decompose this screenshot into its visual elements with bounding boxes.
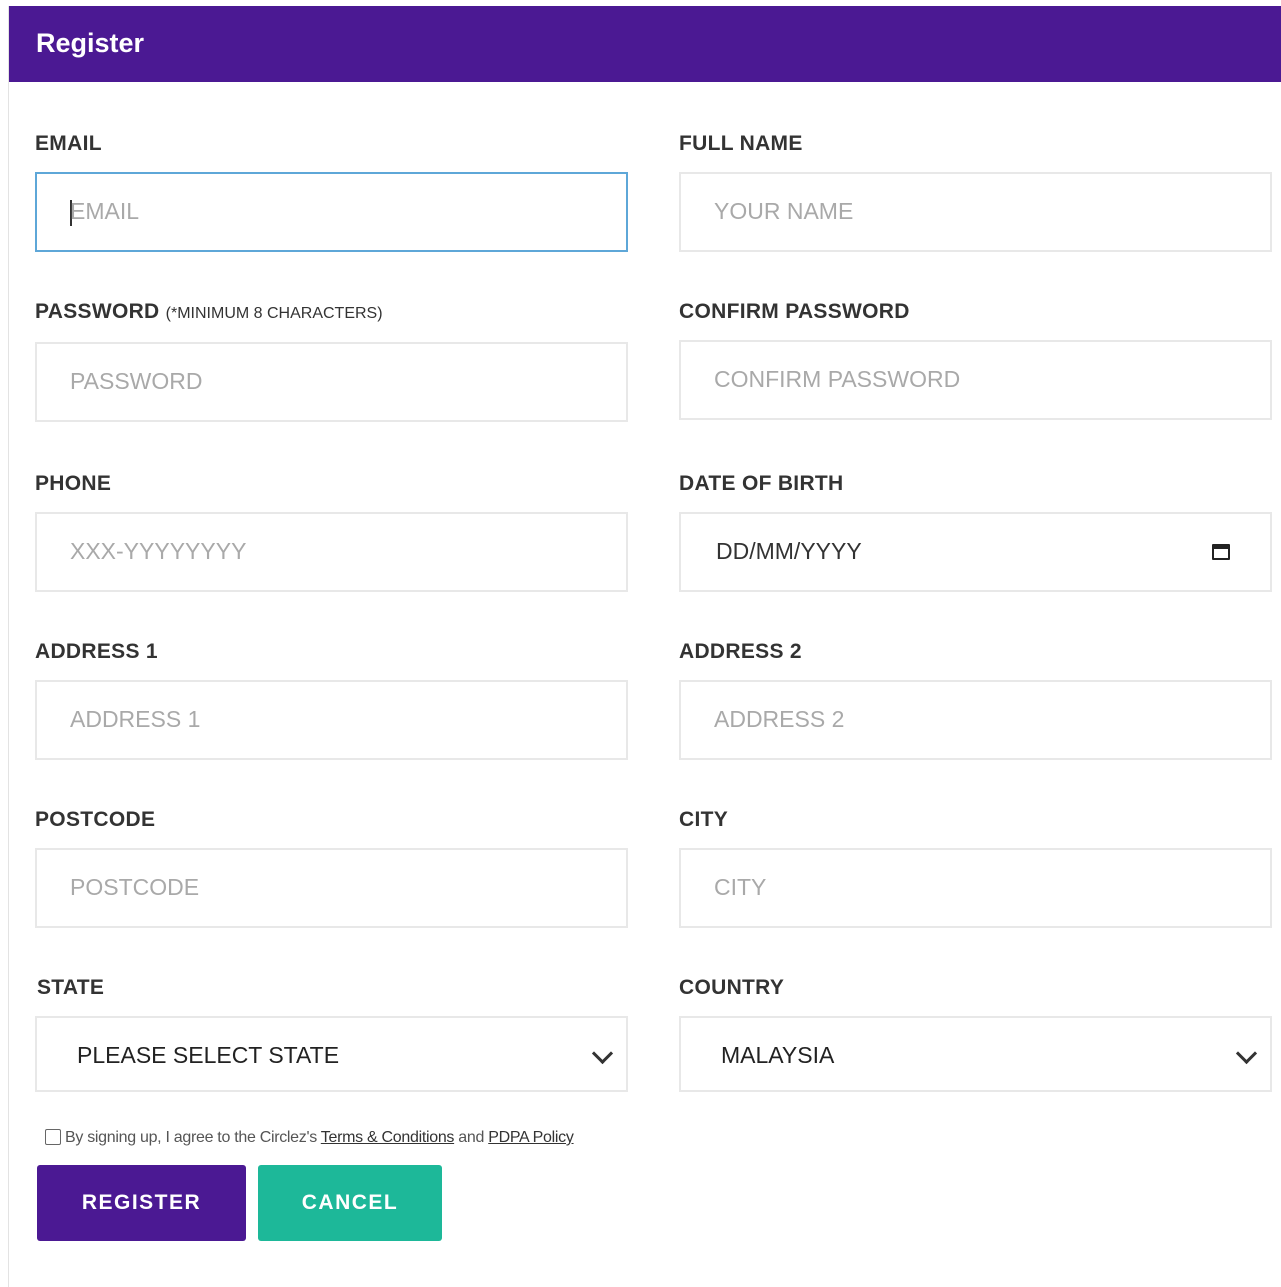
email-placeholder: EMAIL <box>70 198 140 224</box>
country-value: MALAYSIA <box>721 1042 835 1068</box>
full-name-field[interactable]: YOUR NAME <box>679 172 1272 252</box>
cancel-button[interactable]: CANCEL <box>258 1165 442 1241</box>
phone-label: PHONE <box>35 472 112 495</box>
confirm-password-placeholder: CONFIRM PASSWORD <box>714 366 961 392</box>
postcode-label: POSTCODE <box>35 808 156 831</box>
phone-placeholder: XXX-YYYYYYYY <box>70 538 247 564</box>
pdpa-link[interactable]: PDPA Policy <box>488 1129 574 1146</box>
state-value: PLEASE SELECT STATE <box>77 1042 340 1068</box>
address1-label: ADDRESS 1 <box>35 640 158 663</box>
country-select[interactable]: MALAYSIA <box>679 1016 1272 1092</box>
address2-field[interactable]: ADDRESS 2 <box>679 680 1272 760</box>
agreement-text: By signing up, I agree to the Circlez's <box>65 1129 317 1146</box>
panel-header: Register <box>9 6 1281 82</box>
country-label: COUNTRY <box>679 976 785 999</box>
city-placeholder: CITY <box>714 874 767 900</box>
city-field[interactable]: CITY <box>679 848 1272 928</box>
password-label-text: PASSWORD <box>35 300 160 323</box>
address2-label: ADDRESS 2 <box>679 640 802 663</box>
register-panel: Register EMAIL EMAIL FULL NAME YOUR NAME… <box>8 6 1281 1287</box>
dob-value: DD/MM/YYYY <box>716 538 862 564</box>
city-label: CITY <box>679 808 729 831</box>
page-title: Register <box>36 28 145 58</box>
confirm-password-field[interactable]: CONFIRM PASSWORD <box>679 340 1272 420</box>
dob-field[interactable]: DD/MM/YYYY <box>679 512 1272 592</box>
agreement-and: and <box>458 1129 485 1146</box>
register-button[interactable]: REGISTER <box>37 1165 246 1241</box>
dob-label: DATE OF BIRTH <box>679 472 844 495</box>
calendar-icon[interactable] <box>1212 544 1230 560</box>
password-placeholder: PASSWORD <box>70 368 203 394</box>
confirm-password-label: CONFIRM PASSWORD <box>679 300 910 323</box>
email-field[interactable]: EMAIL <box>35 172 628 252</box>
password-field[interactable]: PASSWORD <box>35 342 628 422</box>
agreement-row: By signing up, I agree to the Circlez's … <box>45 1129 574 1147</box>
full-name-label: FULL NAME <box>679 132 803 155</box>
address1-placeholder: ADDRESS 1 <box>70 706 201 732</box>
chevron-down-icon <box>1235 1042 1258 1065</box>
agree-checkbox[interactable] <box>45 1129 61 1145</box>
address2-placeholder: ADDRESS 2 <box>714 706 845 732</box>
chevron-down-icon <box>591 1042 614 1065</box>
password-hint: (*MINIMUM 8 CHARACTERS) <box>165 305 383 322</box>
state-label: STATE <box>37 976 105 999</box>
address1-field[interactable]: ADDRESS 1 <box>35 680 628 760</box>
terms-link[interactable]: Terms & Conditions <box>321 1129 455 1146</box>
postcode-field[interactable]: POSTCODE <box>35 848 628 928</box>
postcode-placeholder: POSTCODE <box>70 874 200 900</box>
password-label: PASSWORD (*MINIMUM 8 CHARACTERS) <box>35 300 383 324</box>
email-label: EMAIL <box>35 132 102 155</box>
state-select[interactable]: PLEASE SELECT STATE <box>35 1016 628 1092</box>
full-name-placeholder: YOUR NAME <box>714 198 854 224</box>
phone-field[interactable]: XXX-YYYYYYYY <box>35 512 628 592</box>
